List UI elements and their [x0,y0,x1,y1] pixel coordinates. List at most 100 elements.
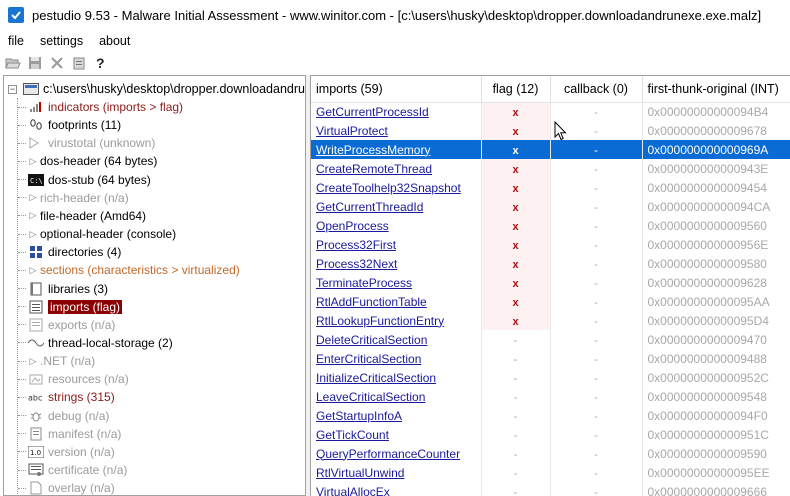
tree-item-exports[interactable]: exports (n/a) [18,316,115,334]
table-row[interactable]: Process32Next x -0x0000000000009580 [311,254,790,273]
column-header-callback[interactable]: callback (0) [550,76,643,103]
import-name-cell[interactable]: RtlVirtualUnwind [311,463,482,482]
table-row[interactable]: EnterCriticalSection - -0x0000000000009488 [311,349,790,368]
import-name-cell[interactable]: LeaveCriticalSection [311,387,482,406]
import-name-cell[interactable]: RtlLookupFunctionEntry [311,311,482,330]
import-name-cell[interactable]: GetCurrentProcessId [311,102,482,121]
import-name[interactable]: GetStartupInfoA [316,409,402,423]
table-row[interactable]: GetTickCount - -0x000000000000951C [311,425,790,444]
tree-item-manifest[interactable]: manifest (n/a) [18,425,121,443]
import-name[interactable]: CreateToolhelp32Snapshot [316,181,461,195]
import-name[interactable]: VirtualProtect [316,124,388,138]
import-name[interactable]: RtlVirtualUnwind [316,466,404,480]
import-name-cell[interactable]: OpenProcess [311,216,482,235]
import-name[interactable]: GetTickCount [316,428,389,442]
import-name-cell[interactable]: WriteProcessMemory [311,140,482,159]
save-icon[interactable] [27,55,43,71]
import-name[interactable]: GetCurrentProcessId [316,105,429,119]
import-name[interactable]: RtlLookupFunctionEntry [316,314,444,328]
table-row[interactable]: QueryPerformanceCounter - -0x0000000000009… [311,444,790,463]
tree-item-directories[interactable]: directories (4) [18,243,121,261]
import-name[interactable]: TerminateProcess [316,276,412,290]
imports-grid[interactable]: imports (59) flag (12) callback (0) firs… [310,75,790,496]
table-row[interactable]: RtlAddFunctionTable x -0x00000000000095AA [311,292,790,311]
table-row[interactable]: Process32First x -0x000000000000956E [311,235,790,254]
tree-item-strings[interactable]: abc strings (315) [18,388,115,406]
tree-item-debug[interactable]: debug (n/a) [18,407,109,425]
table-row[interactable]: InitializeCriticalSection - -0x00000000000… [311,368,790,387]
tree-item-dos-header[interactable]: ▷ dos-header (64 bytes) [18,152,157,170]
tree-root-file[interactable]: − c:\users\husky\desktop\dropper.downloa… [8,80,305,98]
import-name[interactable]: DeleteCriticalSection [316,333,427,347]
table-row[interactable]: CreateToolhelp32Snapshot x -0x000000000000… [311,178,790,197]
chevron-right-icon[interactable]: ▷ [28,210,38,221]
tree-item-file-header[interactable]: ▷ file-header (Amd64) [18,207,146,225]
tree-item-overlay[interactable]: overlay (n/a) [18,479,115,495]
import-name[interactable]: OpenProcess [316,219,389,233]
chevron-right-icon[interactable]: ▷ [28,192,38,203]
collapse-toggle-icon[interactable]: − [8,84,17,94]
import-name[interactable]: EnterCriticalSection [316,352,421,366]
table-row[interactable]: GetCurrentProcessId x -0x00000000000094B4 [311,102,790,121]
chevron-right-icon[interactable]: ▷ [28,265,38,276]
column-header-first-thunk[interactable]: first-thunk-original (INT) [642,76,790,103]
tree-item-thread-local-storage[interactable]: thread-local-storage (2) [18,334,173,352]
column-header-flag[interactable]: flag (12) [481,76,551,103]
tree-item-resources[interactable]: resources (n/a) [18,370,129,388]
table-row[interactable]: LeaveCriticalSection - -0x0000000000009548 [311,387,790,406]
table-row[interactable]: GetCurrentThreadId x -0x00000000000094CA [311,197,790,216]
import-name-cell[interactable]: GetTickCount [311,425,482,444]
table-row[interactable]: GetStartupInfoA - -0x00000000000094F0 [311,406,790,425]
import-name-cell[interactable]: EnterCriticalSection [311,349,482,368]
menu-about[interactable]: about [91,34,138,48]
tree-item-footprints[interactable]: footprints (11) [18,116,121,134]
menu-settings[interactable]: settings [32,34,91,48]
chevron-right-icon[interactable]: ▷ [28,356,38,367]
import-name-cell[interactable]: TerminateProcess [311,273,482,292]
clipboard-icon[interactable] [71,55,87,71]
close-icon[interactable] [49,55,65,71]
import-name-cell[interactable]: CreateRemoteThread [311,159,482,178]
tree-item-net[interactable]: ▷ .NET (n/a) [18,352,95,370]
import-name[interactable]: Process32Next [316,257,397,271]
tree-item-version[interactable]: 1.0 version (n/a) [18,443,115,461]
table-row[interactable]: DeleteCriticalSection - -0x000000000000947… [311,330,790,349]
import-name[interactable]: Process32First [316,238,396,252]
column-header-imports[interactable]: imports (59) [311,76,482,103]
tree-pane[interactable]: − c:\users\husky\desktop\dropper.downloa… [3,75,306,496]
import-name-cell[interactable]: GetCurrentThreadId [311,197,482,216]
import-name[interactable]: CreateRemoteThread [316,162,432,176]
tree-item-indicators[interactable]: indicators (imports > flag) [18,98,183,116]
import-name-cell[interactable]: GetStartupInfoA [311,406,482,425]
import-name[interactable]: VirtualAllocEx [316,485,390,496]
import-name-cell[interactable]: VirtualProtect [311,121,482,140]
table-row[interactable]: VirtualProtect x -0x0000000000009678 [311,121,790,140]
import-name[interactable]: InitializeCriticalSection [316,371,436,385]
import-name-cell[interactable]: VirtualAllocEx [311,482,482,496]
tree-item-rich-header[interactable]: ▷ rich-header (n/a) [18,189,129,207]
help-icon[interactable]: ? [93,55,109,71]
import-name-cell[interactable]: QueryPerformanceCounter [311,444,482,463]
tree-item-virustotal[interactable]: virustotal (unknown) [18,134,155,152]
import-name-cell[interactable]: RtlAddFunctionTable [311,292,482,311]
menu-file[interactable]: file [0,34,32,48]
import-name[interactable]: RtlAddFunctionTable [316,295,427,309]
import-name-cell[interactable]: DeleteCriticalSection [311,330,482,349]
table-row[interactable]: TerminateProcess x -0x0000000000009628 [311,273,790,292]
tree-item-libraries[interactable]: libraries (3) [18,280,108,298]
import-name[interactable]: LeaveCriticalSection [316,390,425,404]
table-row[interactable]: CreateRemoteThread x -0x000000000000943E [311,159,790,178]
import-name[interactable]: WriteProcessMemory [316,143,430,157]
tree-item-certificate[interactable]: certificate (n/a) [18,461,127,479]
tree-item-sections[interactable]: ▷ sections (characteristics > virtualized… [18,261,240,279]
table-row[interactable]: VirtualAllocEx - -0x0000000000009666 [311,482,790,496]
table-row[interactable]: RtlLookupFunctionEntry x -0x00000000000095… [311,311,790,330]
table-row[interactable]: RtlVirtualUnwind - -0x00000000000095EE [311,463,790,482]
import-name-cell[interactable]: Process32Next [311,254,482,273]
tree-item-dos-stub[interactable]: C:\ dos-stub (64 bytes) [18,171,151,189]
tree-item-optional-header[interactable]: ▷ optional-header (console) [18,225,176,243]
import-name-cell[interactable]: Process32First [311,235,482,254]
import-name[interactable]: GetCurrentThreadId [316,200,423,214]
import-name-cell[interactable]: CreateToolhelp32Snapshot [311,178,482,197]
chevron-right-icon[interactable]: ▷ [28,229,38,240]
